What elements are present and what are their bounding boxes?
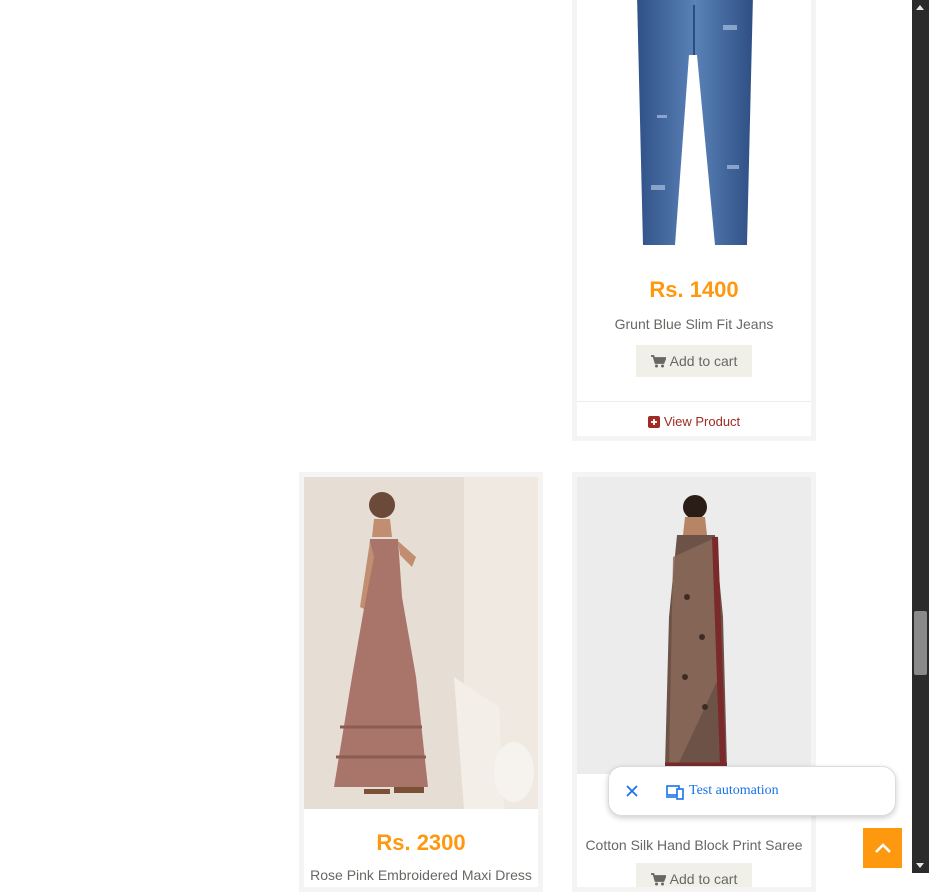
test-automation-toast: Test automation: [608, 766, 896, 816]
scrollbar-thumb[interactable]: [914, 611, 927, 675]
toast-label[interactable]: Test automation: [689, 783, 779, 799]
vertical-scrollbar[interactable]: [912, 0, 929, 873]
view-product-link[interactable]: View Product: [577, 414, 811, 429]
add-to-cart-label: Add to cart: [669, 871, 738, 887]
product-name: Cotton Silk Hand Block Print Saree: [585, 837, 803, 853]
view-product-label: View Product: [663, 414, 741, 429]
shopping-cart-icon: [650, 355, 667, 368]
product-card-inner: Rs. 1400 Grunt Blue Slim Fit Jeans Add t…: [577, 0, 811, 436]
plus-square-icon: [647, 416, 660, 428]
add-to-cart-label: Add to cart: [669, 353, 738, 369]
product-card-saree: Rs. 1500 Cotton Silk Hand Block Print Sa…: [572, 472, 816, 892]
product-price: Rs. 1400: [649, 277, 739, 302]
add-to-cart-button[interactable]: Add to cart: [636, 863, 752, 887]
shopping-cart-icon: [650, 873, 667, 886]
product-image-dress: [304, 477, 538, 809]
scroll-arrow-up-icon[interactable]: [916, 5, 924, 10]
product-card-dress: Rs. 2300 Rose Pink Embroidered Maxi Dres…: [299, 472, 543, 892]
chevron-up-icon: [874, 843, 891, 853]
devices-icon: [666, 785, 684, 800]
scroll-arrow-down-icon[interactable]: [916, 863, 924, 868]
scroll-up-button[interactable]: [863, 828, 902, 868]
product-card-jeans: Rs. 1400 Grunt Blue Slim Fit Jeans Add t…: [572, 0, 816, 441]
product-card-inner: Rs. 2300 Rose Pink Embroidered Maxi Dres…: [304, 477, 538, 887]
product-image-saree: [577, 477, 811, 774]
product-price: Rs. 2300: [376, 830, 466, 855]
close-icon[interactable]: [625, 784, 639, 798]
product-name: Rose Pink Embroidered Maxi Dress: [310, 867, 532, 883]
product-name: Grunt Blue Slim Fit Jeans: [614, 316, 774, 332]
card-divider: [577, 401, 811, 402]
add-to-cart-button[interactable]: Add to cart: [636, 345, 752, 377]
product-image-jeans: [577, 0, 811, 257]
product-card-inner: Rs. 1500 Cotton Silk Hand Block Print Sa…: [577, 477, 811, 887]
